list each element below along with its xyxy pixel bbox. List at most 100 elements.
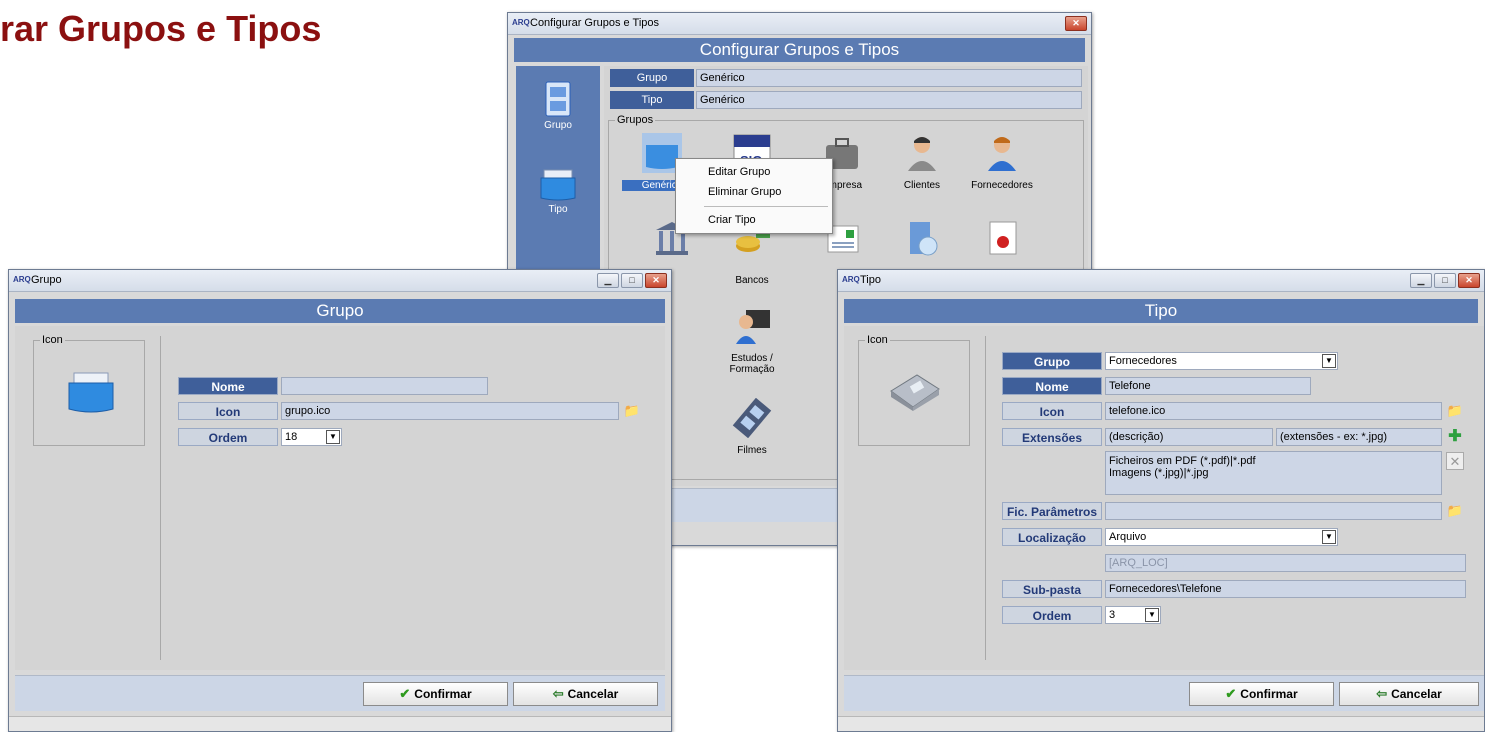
list-item[interactable]: Imagens (*.jpg)|*.jpg [1109, 467, 1441, 479]
ordem-value: 3 [1109, 609, 1116, 621]
grupos-section-label: Grupos [615, 114, 656, 126]
exit-icon: ⇦ [552, 686, 564, 701]
ext-description-input[interactable]: (descrição) [1105, 428, 1273, 446]
tile-clientes[interactable]: Clientes [882, 133, 962, 191]
minimize-button[interactable]: ▁ [597, 273, 619, 288]
menu-item-criar-tipo[interactable]: Criar Tipo [676, 210, 832, 230]
tile-label: Bancos [735, 275, 769, 286]
chevron-down-icon[interactable]: ▼ [1322, 354, 1336, 368]
cancelar-button[interactable]: ⇦ Cancelar [513, 682, 658, 706]
teacher-icon [736, 310, 770, 344]
tile-label: Estudos / Formação [729, 353, 775, 375]
window-banner: Grupo [15, 299, 665, 323]
icon-section-label: Icon [865, 334, 890, 346]
fic-parametros-input[interactable] [1105, 502, 1442, 520]
icon-label: Icon [178, 402, 278, 420]
close-button[interactable]: ✕ [645, 273, 667, 288]
cancelar-button[interactable]: ⇦ Cancelar [1339, 682, 1479, 706]
grupo-label: Grupo [610, 69, 694, 87]
chevron-down-icon[interactable]: ▼ [1322, 530, 1336, 544]
menu-item-editar-grupo[interactable]: Editar Grupo [676, 162, 832, 182]
menu-item-eliminar-grupo[interactable]: Eliminar Grupo [676, 182, 832, 202]
certificate-icon [989, 221, 1017, 255]
browse-folder-icon[interactable]: 📁 [1446, 402, 1464, 420]
remove-icon[interactable]: ✕ [1446, 452, 1464, 470]
icon-section: Icon [33, 334, 145, 446]
localizacao-path-field: [ARQ_LOC] [1105, 554, 1466, 572]
file-cabinet-icon [545, 81, 571, 117]
localizacao-label: Localização [1002, 528, 1102, 546]
browse-folder-icon[interactable]: 📁 [1446, 502, 1464, 520]
side-item-grupo[interactable]: Grupo [538, 80, 578, 140]
side-item-label: Tipo [548, 204, 568, 215]
app-logo: ARQ [13, 275, 31, 284]
close-button[interactable]: ✕ [1458, 273, 1480, 288]
side-item-label: Grupo [544, 120, 572, 131]
tile-fornecedores[interactable]: Fornecedores [962, 133, 1042, 191]
confirmar-button[interactable]: ✔ Confirmar [363, 682, 508, 706]
titlebar: ARQ Tipo ▁ □ ✕ [838, 270, 1484, 292]
ordem-select[interactable]: 18 ▼ [281, 428, 342, 446]
confirmar-button[interactable]: ✔ Confirmar [1189, 682, 1334, 706]
localizacao-value: Arquivo [1109, 531, 1147, 543]
localizacao-select[interactable]: Arquivo ▼ [1105, 528, 1338, 546]
browse-folder-icon[interactable]: 📁 [623, 402, 641, 420]
menu-separator [704, 206, 828, 207]
ordem-label: Ordem [178, 428, 278, 446]
maximize-button[interactable]: □ [621, 273, 643, 288]
chevron-down-icon[interactable]: ▼ [326, 430, 340, 444]
grupo-value: Fornecedores [1109, 355, 1177, 367]
close-button[interactable]: ✕ [1065, 16, 1087, 31]
grupo-form: Icon Nome Icon grupo.ico 📁 Ordem 18 ▼ [15, 326, 665, 670]
grupo-footer: ✔ Confirmar ⇦ Cancelar [15, 675, 665, 711]
exit-icon: ⇦ [1376, 686, 1388, 701]
icon-section-label: Icon [40, 334, 65, 346]
confirmar-label: Confirmar [414, 687, 472, 701]
nome-input[interactable]: Telefone [1105, 377, 1311, 395]
tile-estudos[interactable]: Estudos / Formação [712, 306, 792, 375]
tipo-form: Icon Grupo Fornecedores ▼ Nome Telefone … [844, 326, 1484, 670]
icon-input[interactable]: telefone.ico [1105, 402, 1442, 420]
icon-input[interactable]: grupo.ico [281, 402, 619, 420]
titlebar: ARQ Grupo ▁ □ ✕ [9, 270, 671, 292]
ordem-value: 18 [285, 431, 298, 443]
confirmar-label: Confirmar [1240, 687, 1298, 701]
ext-extensions-input[interactable]: (extensões - ex: *.jpg) [1276, 428, 1442, 446]
telephone-icon [890, 374, 940, 411]
tipo-field[interactable]: Genérico [696, 91, 1082, 109]
tile-software[interactable] [882, 218, 962, 265]
user-icon [988, 137, 1016, 171]
status-bar [838, 716, 1484, 731]
ordem-label: Ordem [1002, 606, 1102, 624]
check-icon: ✔ [1225, 686, 1237, 701]
window-title: Tipo [860, 274, 881, 286]
ordem-select[interactable]: 3 ▼ [1105, 606, 1161, 624]
tipo-label: Tipo [610, 91, 694, 109]
window-banner: Tipo [844, 299, 1478, 323]
tile-certificados[interactable] [962, 218, 1042, 265]
tile-filmes[interactable]: Filmes [712, 397, 792, 456]
add-icon[interactable]: ✚ [1446, 428, 1464, 446]
grupo-field[interactable]: Genérico [696, 69, 1082, 87]
window-title: Grupo [31, 274, 62, 286]
maximize-button[interactable]: □ [1434, 273, 1456, 288]
grupo-select[interactable]: Fornecedores ▼ [1105, 352, 1338, 370]
extensions-list[interactable]: Ficheiros em PDF (*.pdf)|*.pdf Imagens (… [1105, 451, 1442, 495]
titlebar: ARQ Configurar Grupos e Tipos ✕ [508, 13, 1091, 35]
nome-input[interactable] [281, 377, 488, 395]
side-item-tipo[interactable]: Tipo [538, 164, 578, 224]
extensoes-label: Extensões [1002, 428, 1102, 446]
folder-stack-icon [540, 169, 576, 201]
slide-title: rar Grupos e Tipos [0, 8, 322, 49]
fic-parametros-label: Fic. Parâmetros [1002, 502, 1102, 520]
minimize-button[interactable]: ▁ [1410, 273, 1432, 288]
cancelar-label: Cancelar [1391, 687, 1442, 701]
subpasta-input[interactable]: Fornecedores\Telefone [1105, 580, 1466, 598]
grupo-window: ARQ Grupo ▁ □ ✕ Grupo Icon Nome Icon gru… [8, 269, 672, 732]
context-menu: Editar Grupo Eliminar Grupo Criar Tipo [675, 158, 833, 234]
app-logo: ARQ [842, 275, 860, 284]
chevron-down-icon[interactable]: ▼ [1145, 608, 1159, 622]
divider [160, 336, 161, 660]
tile-label: Clientes [903, 180, 941, 191]
list-item[interactable]: Ficheiros em PDF (*.pdf)|*.pdf [1109, 455, 1441, 467]
